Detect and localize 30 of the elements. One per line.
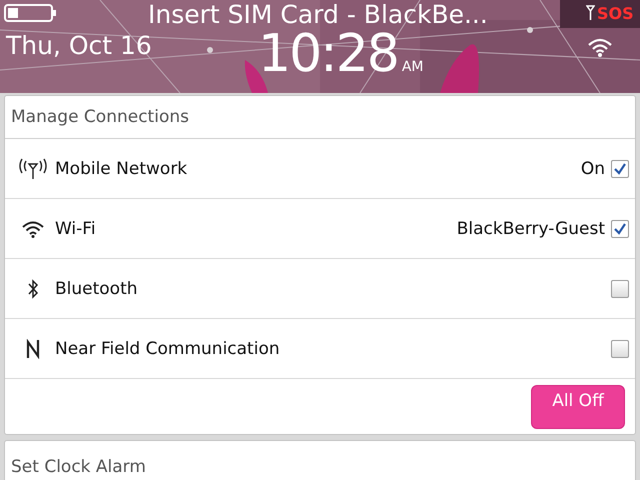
wifi-icon [587, 37, 613, 57]
network-status: SOS [597, 4, 634, 23]
all-off-button[interactable]: All Off [531, 384, 625, 428]
notification-title: Insert SIM Card - BlackBe... [148, 0, 488, 29]
bluetooth-icon [27, 278, 39, 298]
connection-label: Wi-Fi [55, 218, 97, 238]
battery-icon [4, 3, 58, 23]
connection-status: On [580, 158, 605, 178]
date: Thu, Oct 16 [6, 31, 152, 60]
checkbox[interactable] [611, 220, 629, 238]
antenna-icon [18, 158, 48, 180]
clock-meridiem: AM [402, 59, 424, 75]
checkbox[interactable] [611, 280, 629, 298]
menu-item[interactable]: Set Clock Alarm [4, 440, 636, 480]
checkbox[interactable] [611, 160, 629, 178]
connection-label: Near Field Communication [55, 338, 281, 358]
panel-title: Manage Connections [5, 96, 635, 139]
connection-row[interactable]: Mobile Network On [5, 139, 635, 199]
clock-time: 10:28 [258, 28, 398, 80]
connection-status: BlackBerry-Guest [456, 218, 605, 238]
connection-row[interactable]: Wi-Fi BlackBerry-Guest [5, 199, 635, 259]
menu-item-label: Set Clock Alarm [11, 456, 146, 476]
connection-label: Mobile Network [55, 158, 188, 178]
wifi-icon [21, 220, 45, 238]
checkbox[interactable] [611, 340, 629, 358]
nfc-icon [26, 338, 40, 358]
antenna-icon [586, 5, 595, 21]
connection-row[interactable]: Bluetooth [5, 259, 635, 319]
connection-row[interactable]: Near Field Communication [5, 319, 635, 379]
connection-label: Bluetooth [55, 278, 139, 298]
